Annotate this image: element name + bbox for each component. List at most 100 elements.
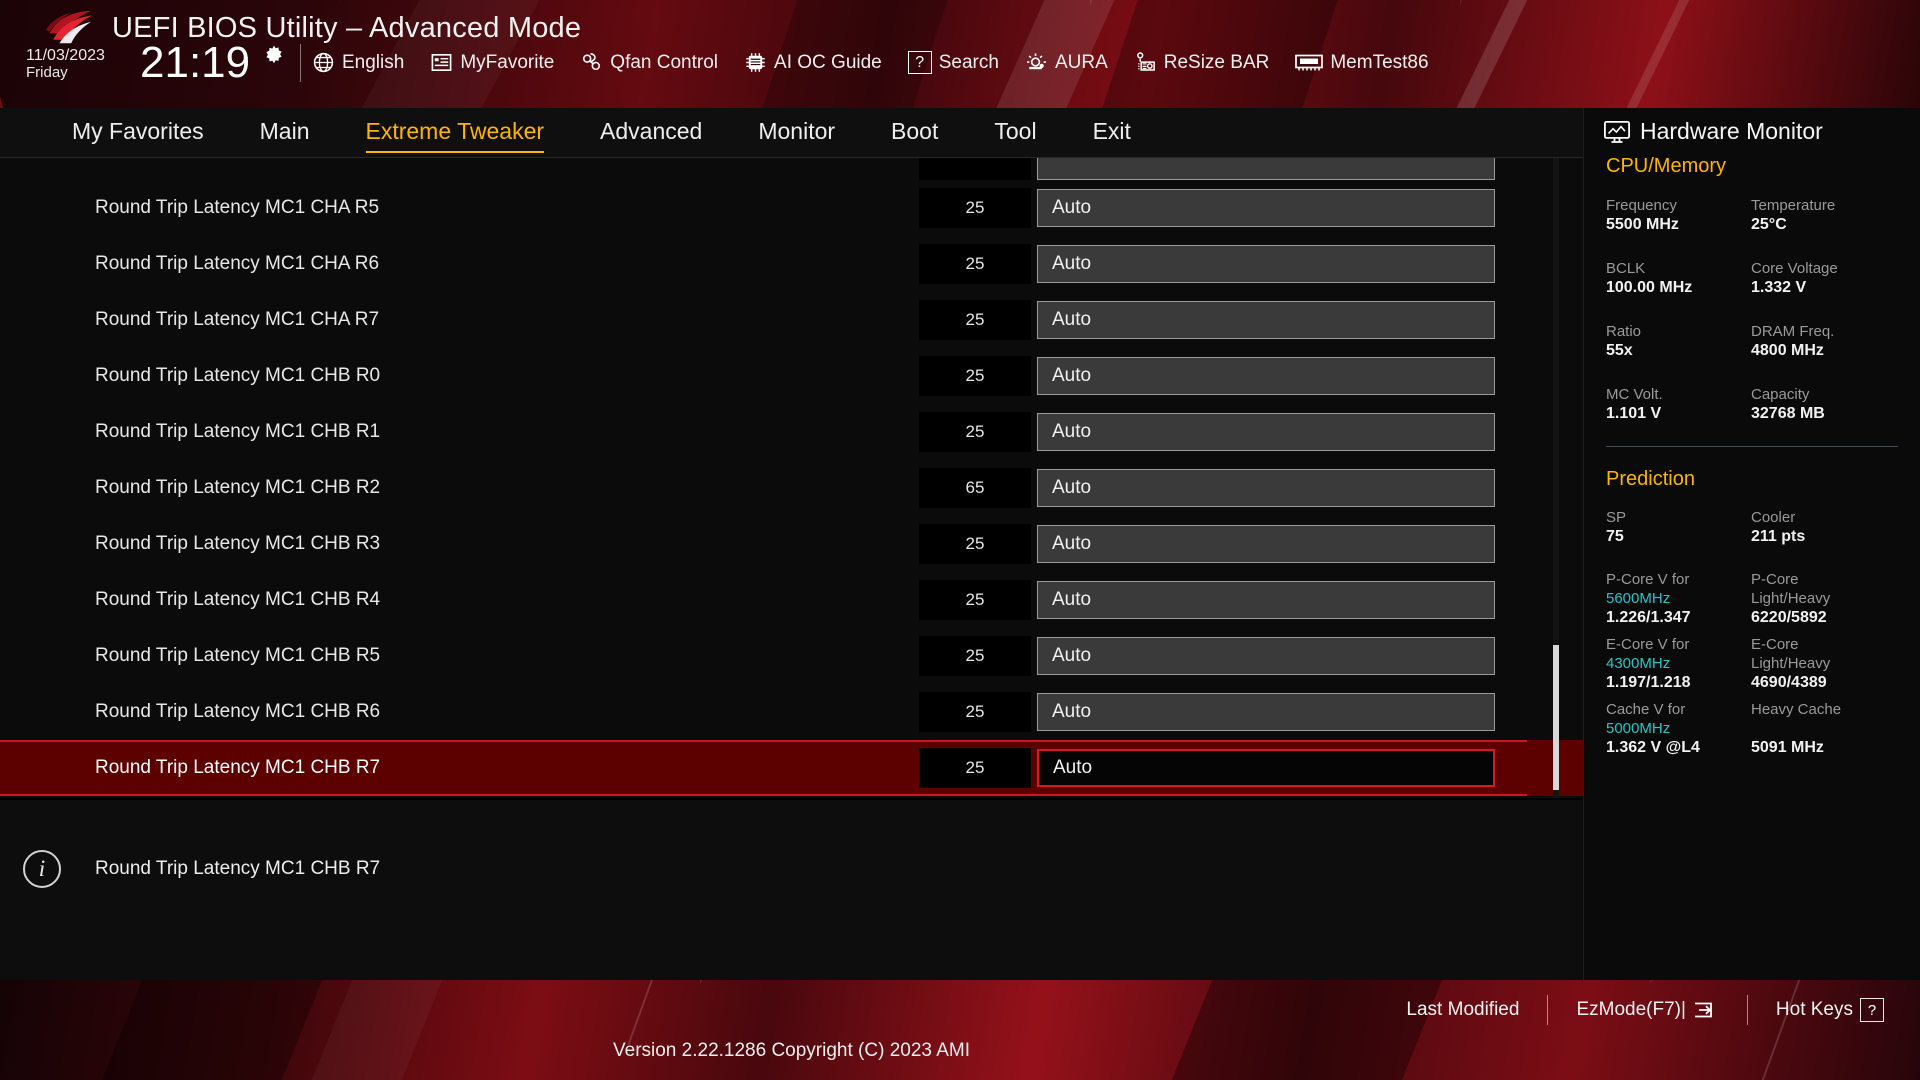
hw-key-2: Light/Heavy bbox=[1751, 590, 1831, 608]
table-row[interactable]: Round Trip Latency MC1 CHB R0 25 Auto bbox=[0, 348, 1583, 404]
hw-key-2: Light/Heavy bbox=[1751, 655, 1831, 673]
hw-key: Temperature bbox=[1751, 197, 1836, 214]
row-value-number: 25 bbox=[919, 188, 1031, 228]
ezmode-label: EzMode(F7)| bbox=[1576, 999, 1686, 1020]
date-block: 11/03/2023 Friday bbox=[26, 47, 105, 81]
hw-value: 25°C bbox=[1751, 216, 1787, 234]
last-modified-button[interactable]: Last Modified bbox=[1406, 999, 1519, 1021]
header-item-ai-oc-guide[interactable]: AI OC Guide bbox=[744, 51, 894, 74]
table-row[interactable]: Round Trip Latency MC1 CHA R7 25 Auto bbox=[0, 292, 1583, 348]
hw-section-cpu-memory: CPU/Memory bbox=[1606, 155, 1727, 177]
table-row[interactable]: Round Trip Latency MC1 CHB R2 65 Auto bbox=[0, 460, 1583, 516]
hw-pair-heavy-cache: Heavy Cache 5091 MHz bbox=[1751, 700, 1841, 759]
row-value-number: 25 bbox=[919, 356, 1031, 396]
table-row[interactable]: Round Trip Latency MC1 CHB R3 25 Auto bbox=[0, 516, 1583, 572]
header-bar: UEFI BIOS Utility – Advanced Mode 11/03/… bbox=[0, 0, 1920, 108]
header-item-resize-bar[interactable]: ReSize BAR bbox=[1134, 51, 1282, 74]
hw-key-freq: 5600MHz bbox=[1606, 590, 1671, 608]
rog-logo bbox=[46, 10, 92, 44]
row-value-field[interactable]: Auto bbox=[1037, 581, 1495, 619]
table-row[interactable]: Round Trip Latency MC1 CHB R5 25 Auto bbox=[0, 628, 1583, 684]
hw-key: Capacity bbox=[1751, 386, 1810, 403]
footer-divider-1 bbox=[1547, 995, 1549, 1025]
table-row[interactable]: Round Trip Latency MC1 CHB R6 25 Auto bbox=[0, 684, 1583, 740]
hw-value: 32768 MB bbox=[1751, 405, 1825, 423]
hw-value: 211 pts bbox=[1751, 528, 1806, 546]
hw-pair-ecore-voltage: E-Core V for 4300MHz 1.197/1.218 bbox=[1606, 635, 1691, 694]
row-value-field[interactable]: Auto bbox=[1037, 189, 1495, 227]
hw-key: MC Volt. bbox=[1606, 386, 1663, 403]
row-value-field[interactable]: Auto bbox=[1037, 357, 1495, 395]
tab-extreme-tweaker[interactable]: Extreme Tweaker bbox=[365, 118, 544, 153]
row-value-number bbox=[919, 158, 1031, 180]
header-item-aura[interactable]: AURA bbox=[1025, 51, 1120, 74]
gear-icon[interactable] bbox=[262, 44, 286, 68]
header-item-label: Search bbox=[938, 51, 999, 73]
hw-pair-pcore-light-heavy: P-Core Light/Heavy 6220/5892 bbox=[1751, 570, 1830, 629]
hardware-monitor-title-label: Hardware Monitor bbox=[1640, 118, 1823, 144]
hw-value: 4800 MHz bbox=[1751, 342, 1824, 360]
header-item-myfavorite[interactable]: MyFavorite bbox=[430, 51, 566, 74]
hw-key: E-Core V for bbox=[1606, 636, 1690, 653]
tab-boot[interactable]: Boot bbox=[891, 118, 938, 148]
header-item-label: AI OC Guide bbox=[774, 51, 882, 73]
bios-screen: UEFI BIOS Utility – Advanced Mode 11/03/… bbox=[0, 0, 1920, 1080]
tab-advanced[interactable]: Advanced bbox=[600, 118, 702, 148]
table-row[interactable]: Round Trip Latency MC1 CHA R6 25 Auto bbox=[0, 236, 1583, 292]
aura-light-icon bbox=[1027, 53, 1046, 70]
table-row[interactable]: Round Trip Latency MC1 CHB R4 25 Auto bbox=[0, 572, 1583, 628]
hw-pair-bclk: BCLK 100.00 MHz bbox=[1606, 259, 1692, 299]
row-label: Round Trip Latency MC1 CHA R7 bbox=[95, 309, 380, 330]
hw-pair-pcore-voltage: P-Core V for 5600MHz 1.226/1.347 bbox=[1606, 570, 1691, 629]
row-value-field[interactable]: Auto bbox=[1037, 413, 1495, 451]
header-item-label: MemTest86 bbox=[1330, 51, 1429, 73]
header-item-memtest86[interactable]: MemTest86 bbox=[1295, 51, 1440, 74]
tab-monitor[interactable]: Monitor bbox=[758, 118, 835, 148]
row-label: Round Trip Latency MC1 CHB R3 bbox=[95, 533, 381, 554]
row-value-field[interactable]: Auto bbox=[1037, 637, 1495, 675]
header-item-search[interactable]: ? Search bbox=[907, 51, 1011, 74]
header-item-qfan-control[interactable]: Qfan Control bbox=[580, 51, 730, 74]
row-label: Round Trip Latency MC1 CHB R2 bbox=[95, 477, 381, 498]
table-row[interactable]: Round Trip Latency MC1 CHA R5 25 Auto bbox=[0, 180, 1583, 236]
row-value-field[interactable] bbox=[1037, 158, 1495, 180]
hw-pair-dram-freq: DRAM Freq. 4800 MHz bbox=[1751, 322, 1834, 362]
tab-main[interactable]: Main bbox=[260, 118, 310, 148]
row-value-field[interactable]: Auto bbox=[1037, 469, 1495, 507]
tab-exit[interactable]: Exit bbox=[1093, 118, 1131, 148]
header-menu: English MyFavorite Qfan Control AI OC Gu… bbox=[312, 51, 1455, 74]
header-divider bbox=[300, 44, 301, 82]
hw-key-freq: 5000MHz bbox=[1606, 720, 1671, 738]
hw-key: BCLK bbox=[1606, 260, 1646, 277]
hw-pair-temperature: Temperature 25°C bbox=[1751, 196, 1835, 236]
row-value-field-focused[interactable]: Auto bbox=[1037, 749, 1495, 787]
current-weekday: Friday bbox=[26, 63, 68, 81]
header-item-english[interactable]: English bbox=[312, 51, 416, 74]
help-info-bar: i Round Trip Latency MC1 CHB R7 bbox=[0, 798, 1583, 980]
table-row[interactable]: Round Trip Latency MC1 CHB R1 25 Auto bbox=[0, 404, 1583, 460]
table-row[interactable] bbox=[0, 158, 1583, 180]
footer-decor-line-a bbox=[627, 980, 655, 1045]
hw-value: 5500 MHz bbox=[1606, 216, 1679, 234]
hw-value: 4690/4389 bbox=[1751, 674, 1827, 692]
hot-keys-button[interactable]: Hot Keys ? bbox=[1776, 998, 1884, 1022]
hw-key: Cooler bbox=[1751, 509, 1796, 526]
hw-pair-ecore-light-heavy: E-Core Light/Heavy 4690/4389 bbox=[1751, 635, 1830, 694]
scrollbar-thumb[interactable] bbox=[1553, 645, 1559, 790]
row-value-field[interactable]: Auto bbox=[1037, 301, 1495, 339]
tab-tool[interactable]: Tool bbox=[994, 118, 1036, 148]
hw-value: 6220/5892 bbox=[1751, 609, 1827, 627]
hw-pair-ratio: Ratio 55x bbox=[1606, 322, 1641, 362]
ezmode-button[interactable]: EzMode(F7)| bbox=[1576, 999, 1718, 1021]
tab-my-favorites[interactable]: My Favorites bbox=[72, 118, 204, 148]
row-value-field[interactable]: Auto bbox=[1037, 525, 1495, 563]
settings-list[interactable]: Round Trip Latency MC1 CHA R5 25 Auto Ro… bbox=[0, 158, 1583, 798]
hw-pair-cooler: Cooler 211 pts bbox=[1751, 508, 1805, 548]
table-row-selected[interactable]: Round Trip Latency MC1 CHB R7 25 Auto bbox=[0, 740, 1583, 796]
header-item-label: English bbox=[342, 51, 405, 73]
row-label: Round Trip Latency MC1 CHB R6 bbox=[95, 701, 381, 722]
info-icon: i bbox=[23, 850, 61, 888]
row-value-field[interactable]: Auto bbox=[1037, 693, 1495, 731]
globe-icon bbox=[313, 52, 334, 73]
row-value-field[interactable]: Auto bbox=[1037, 245, 1495, 283]
